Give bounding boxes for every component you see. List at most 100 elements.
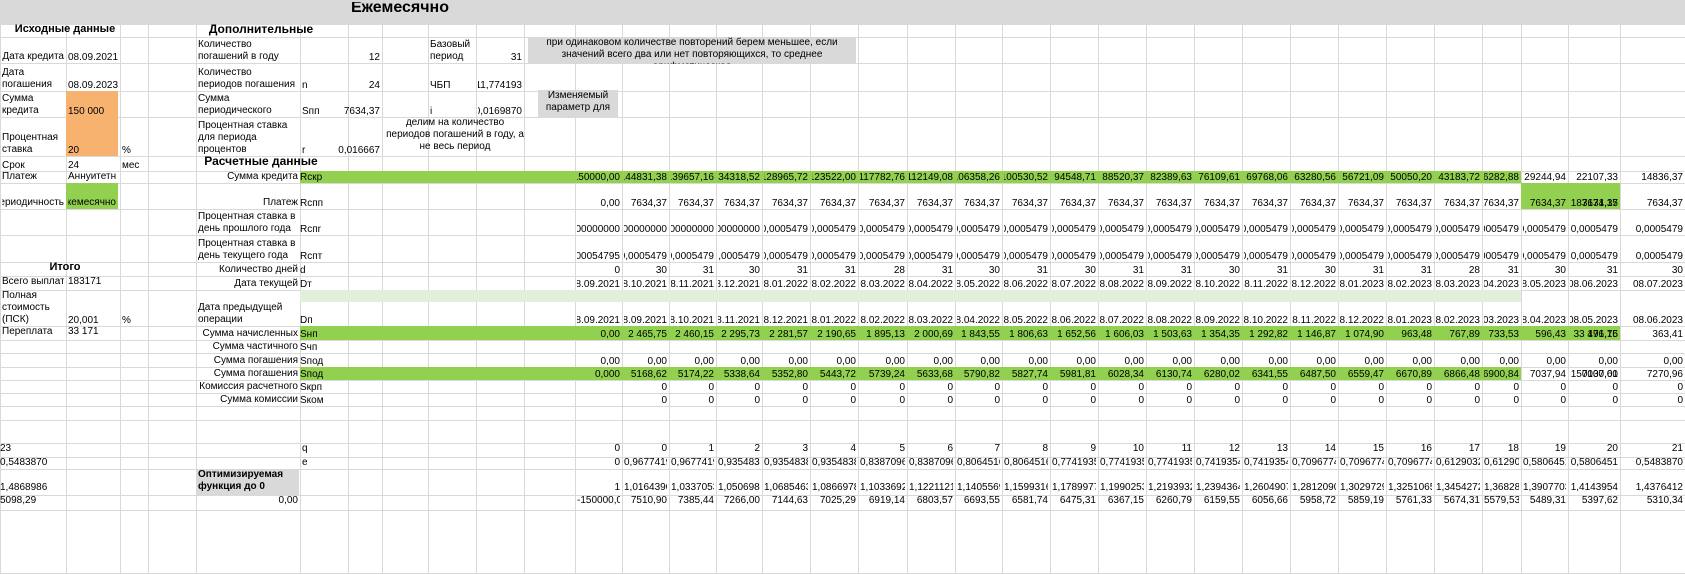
table-cell[interactable]: 08.03.2022 (860, 276, 905, 290)
table-cell[interactable]: 7634,37 (764, 183, 808, 209)
table-cell[interactable] (1340, 340, 1384, 353)
q-cell[interactable]: 11 (1148, 443, 1192, 456)
q-cell[interactable]: 7 (957, 443, 1000, 456)
period-rate-label[interactable]: Процентная ставка для периода процентов (198, 117, 298, 156)
table-cell[interactable]: 0,0005479 (1004, 235, 1048, 262)
table-cell[interactable]: 08.05.2023 (1523, 276, 1566, 290)
table-cell[interactable]: 08.07.2022 (1052, 276, 1096, 290)
table-cell[interactable]: 88520,37 (1100, 171, 1144, 183)
q-cell[interactable]: 18 (1484, 443, 1519, 456)
table-cell[interactable]: 08.12.2021 (718, 276, 760, 290)
table-cell[interactable]: 5443,72 (812, 367, 856, 380)
table-cell[interactable]: 0,00 (1004, 353, 1048, 367)
table-cell[interactable]: 0,0005479 (1244, 235, 1288, 262)
table-cell[interactable]: 7634,37 (1244, 183, 1288, 209)
table-cell[interactable]: 08.11.2022 (1292, 290, 1336, 326)
opt-row1-cell[interactable]: 1,3029729 (1340, 482, 1384, 495)
e-cell[interactable]: 0,7096774 (1340, 457, 1384, 470)
table-cell[interactable]: 0 (1292, 393, 1336, 406)
table-cell[interactable]: 30 (1052, 262, 1096, 276)
table-cell[interactable]: 0 (1004, 380, 1048, 393)
table-cell[interactable]: 0,0005479 (860, 235, 905, 262)
row-symbol[interactable]: d (300, 262, 346, 276)
overpayment-value[interactable]: 33 171 (68, 326, 146, 340)
table-cell[interactable]: 0 (624, 380, 667, 393)
table-cell[interactable]: 0 (718, 393, 760, 406)
table-cell[interactable] (577, 393, 620, 406)
q-cell[interactable]: 0 (577, 443, 620, 456)
row-symbol[interactable]: Sком (300, 393, 346, 406)
table-cell[interactable]: 0 (1523, 393, 1566, 406)
opt-row2-cell[interactable]: 5674,31 (1436, 495, 1480, 508)
rate-label[interactable]: Процентная ставка (2, 117, 64, 156)
table-cell[interactable]: 0 (1004, 393, 1048, 406)
table-cell[interactable]: 1 806,63 (1004, 326, 1048, 340)
table-cell[interactable]: 08.06.2022 (1052, 290, 1096, 326)
table-cell[interactable]: 1 606,03 (1100, 326, 1144, 340)
table-cell[interactable]: 0,0005479 (1340, 235, 1384, 262)
table-cell[interactable]: 0,0005479 (1523, 235, 1566, 262)
e-cell[interactable]: 0,8387096 (860, 457, 905, 470)
q-cell[interactable]: 15 (1340, 443, 1384, 456)
opt-row2-cell[interactable]: 5958,72 (1292, 495, 1336, 508)
table-cell[interactable]: 1 503,63 (1148, 326, 1192, 340)
table-cell[interactable]: 28 (1436, 262, 1480, 276)
table-cell[interactable]: 7634,37 (1388, 183, 1432, 209)
opt-row1-cell[interactable]: 1,2193932 (1148, 482, 1192, 495)
note-3[interactable]: делим на количество периодов погашений в… (384, 117, 526, 156)
row-label[interactable]: Комиссия расчетного (198, 380, 298, 393)
opt-row1-cell[interactable]: 1,1599316 (1004, 482, 1048, 495)
opt-row2-cell[interactable]: -150000,00 (577, 495, 620, 508)
e-symbol[interactable]: e (302, 457, 344, 470)
table-cell[interactable]: 0,0005479 (1196, 235, 1240, 262)
q-cell[interactable]: 20 (1570, 443, 1618, 456)
table-cell[interactable] (718, 340, 760, 353)
opt-row2-cell[interactable]: 7266,00 (718, 495, 760, 508)
table-cell[interactable] (1570, 340, 1618, 353)
opt-label[interactable]: Оптимизируемая функция до 0 (198, 469, 297, 495)
e-cell[interactable]: 0,7419354 (1244, 457, 1288, 470)
table-cell[interactable]: 0,0005479 (909, 209, 953, 235)
table-cell[interactable]: 2 465,75 (624, 326, 667, 340)
row-label[interactable]: Сумма частичного (198, 340, 298, 353)
q-cell[interactable]: 0 (624, 443, 667, 456)
table-cell[interactable]: 08.02.2022 (812, 276, 856, 290)
opt-row1-cell[interactable]: 1,1405569 (957, 482, 1000, 495)
table-cell[interactable]: 08.08.2022 (1100, 276, 1144, 290)
opt-row2-cell[interactable]: 5310,34 (1622, 495, 1683, 508)
opt-row2-cell[interactable]: 6159,55 (1196, 495, 1240, 508)
table-cell[interactable]: 0,0005479 (957, 209, 1000, 235)
table-cell[interactable]: 7270,96 (1622, 367, 1683, 380)
table-cell[interactable]: 0 (671, 393, 714, 406)
table-cell[interactable]: 0 (764, 380, 808, 393)
loan-date-label[interactable]: Дата кредита (2, 37, 64, 63)
table-cell[interactable] (909, 340, 953, 353)
table-cell[interactable]: 150000,00 (577, 171, 620, 183)
table-cell[interactable]: 7634,37 (1292, 183, 1336, 209)
table-cell[interactable]: 82389,63 (1148, 171, 1192, 183)
table-cell[interactable]: 0 (860, 380, 905, 393)
table-cell[interactable]: 0 (1100, 393, 1144, 406)
table-cell[interactable]: 2 295,73 (718, 326, 760, 340)
opt-row2-cell[interactable]: 7385,44 (671, 495, 714, 508)
opt-row1-cell[interactable]: 1,1990253 (1100, 482, 1144, 495)
table-cell[interactable]: 0,00 (577, 326, 620, 340)
table-cell[interactable]: 30 (1292, 262, 1336, 276)
table-cell[interactable] (577, 340, 620, 353)
table-cell[interactable]: 7634,37 (957, 183, 1000, 209)
table-cell[interactable]: 0,0005479 (1340, 209, 1384, 235)
table-cell[interactable]: 0,0005479 (1622, 209, 1683, 235)
table-cell[interactable]: 31 (1100, 262, 1144, 276)
opt-row2-cell[interactable]: 7025,29 (812, 495, 856, 508)
table-cell[interactable]: 0 (1436, 393, 1480, 406)
periodic-sum-label[interactable]: Сумма периодического (198, 91, 298, 117)
row-label[interactable]: Процентная ставка в день текущего года (198, 235, 298, 262)
table-cell[interactable]: 31 (764, 262, 808, 276)
table-cell[interactable]: 0,00 (1340, 353, 1384, 367)
opt-row1-cell[interactable]: 1,0164390 (624, 482, 667, 495)
opt-row1-cell[interactable]: 1,1789977 (1052, 482, 1096, 495)
opt-row2-cell[interactable]: 6693,55 (957, 495, 1000, 508)
table-cell[interactable]: 36282,88 (1484, 171, 1519, 183)
e-cell[interactable]: 0,9354838 (718, 457, 760, 470)
e-cell[interactable]: 0,9354838 (764, 457, 808, 470)
